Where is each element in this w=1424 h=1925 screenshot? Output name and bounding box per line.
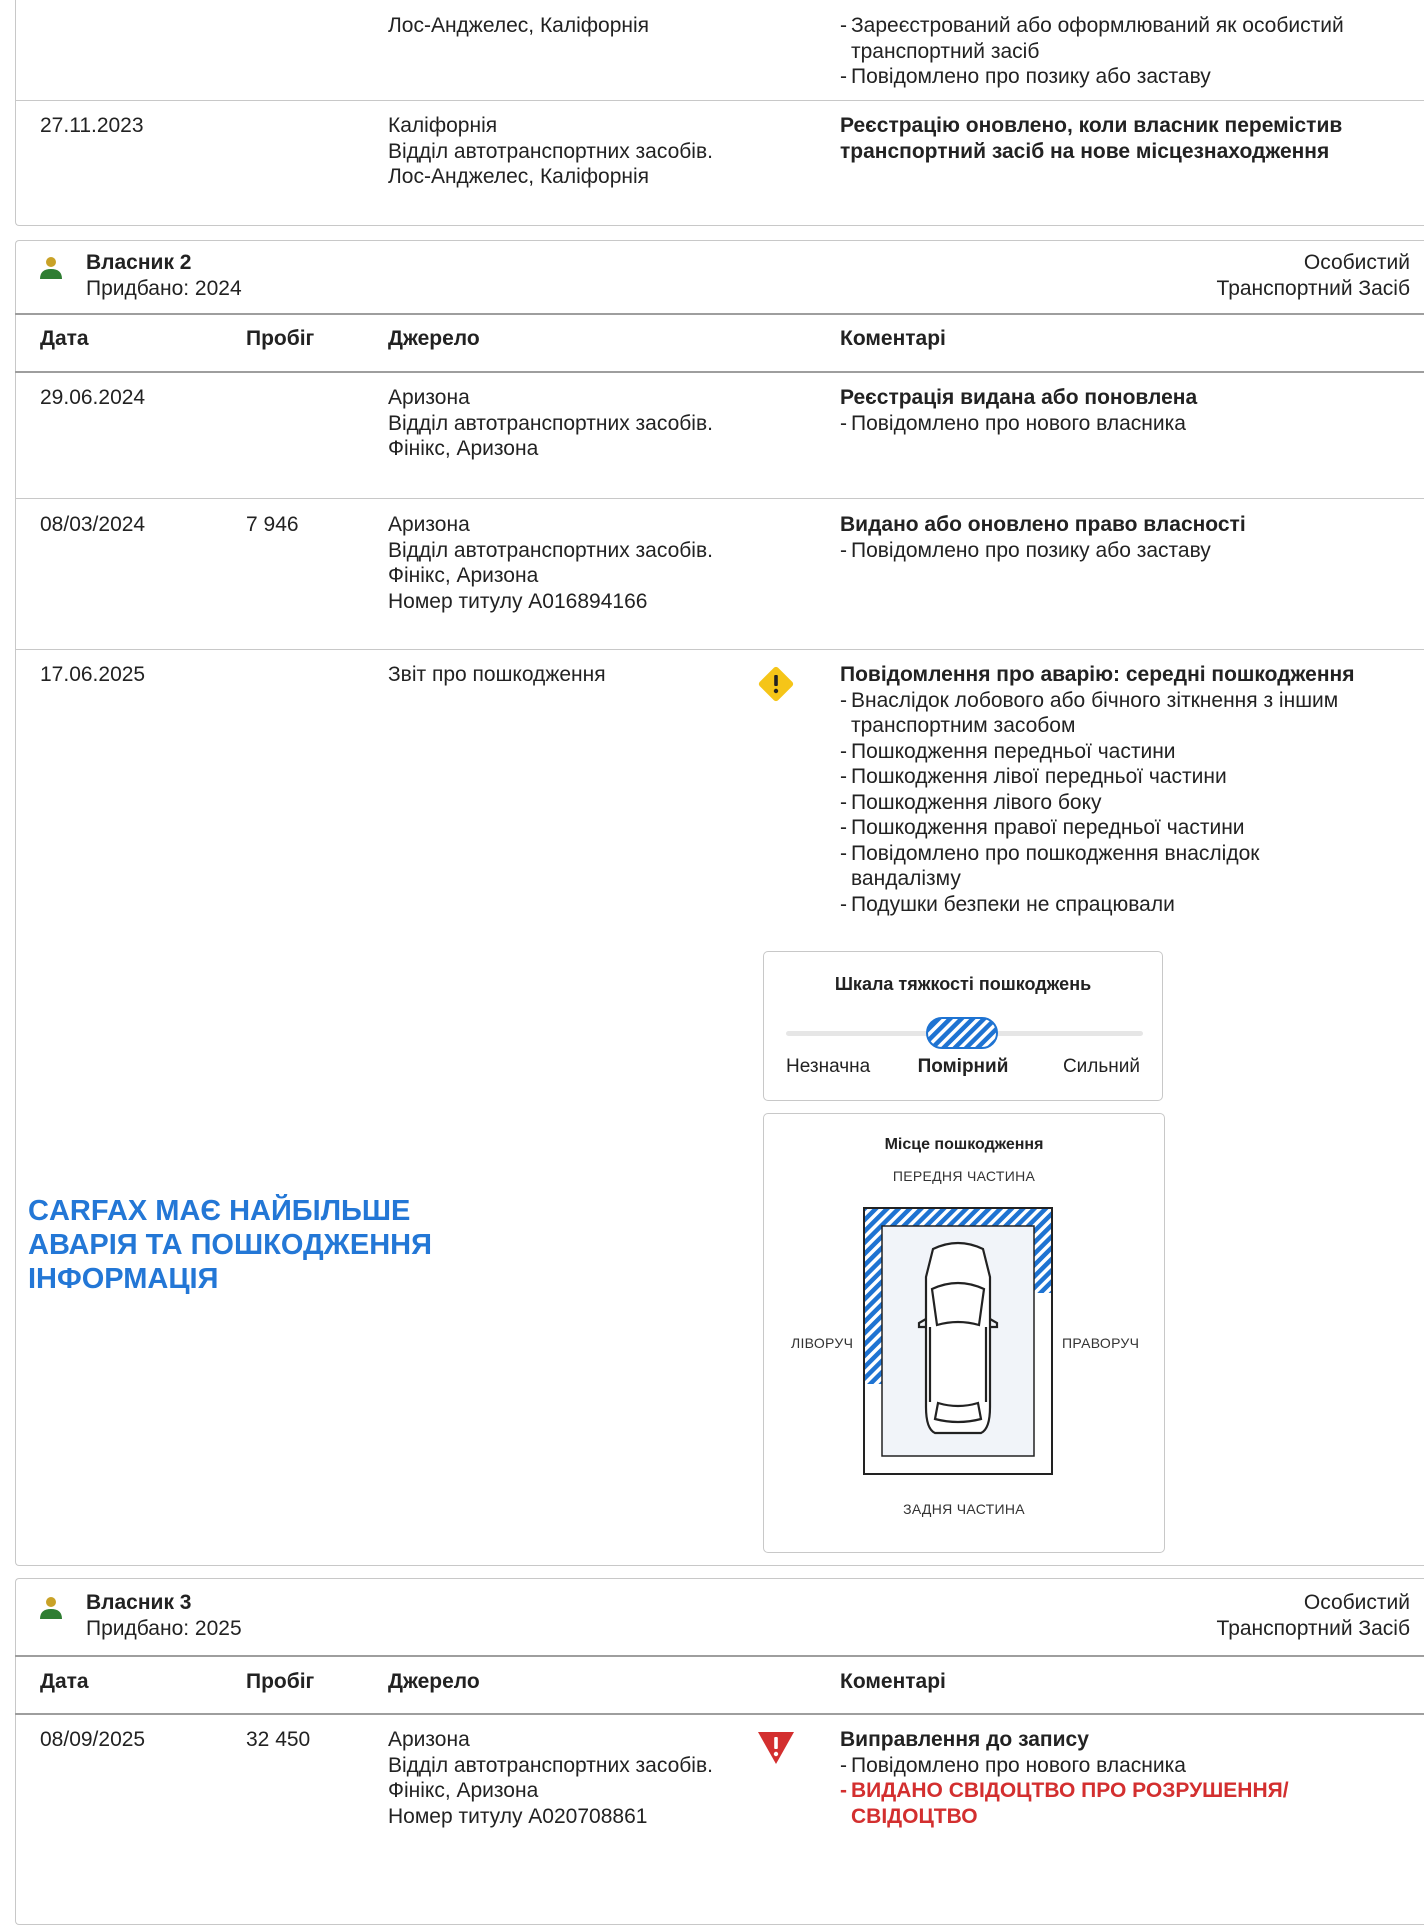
comment-title: Виправлення до запису <box>840 1728 1089 1751</box>
row-source: Лос-Анджелес, Каліфорнія <box>388 13 649 39</box>
car-outline-icon <box>917 1241 999 1435</box>
source-line: Аризона <box>388 386 470 409</box>
column-header-source: Джерело <box>388 1670 480 1693</box>
severity-title: Шкала тяжкості пошкоджень <box>834 974 1092 994</box>
comment-item: Пошкодження лівого боку <box>840 790 1400 816</box>
row-divider <box>15 649 1424 650</box>
comment-item: Пошкодження передньої частини <box>840 739 1400 765</box>
comment-title: Видано або оновлено право власності <box>840 513 1246 536</box>
front-label: ПЕРЕДНЯ ЧАСТИНА <box>892 1168 1036 1184</box>
row-comments: Реєстрація видана або поновлена Повідомл… <box>840 385 1380 436</box>
owner-purchased: Придбано: 2025 <box>86 1617 242 1640</box>
person-icon <box>40 1597 62 1619</box>
row-divider <box>15 100 1424 101</box>
column-header-mileage: Пробіг <box>246 1670 315 1693</box>
row-comments: Виправлення до запису Повідомлено про но… <box>840 1727 1380 1829</box>
row-source: Аризона Відділ автотранспортних засобів.… <box>388 385 718 462</box>
comment-item: Повідомлено про пошкодження внаслідок ва… <box>840 841 1351 892</box>
row-comments: Видано або оновлено право власності Пові… <box>840 512 1380 563</box>
column-header-comments: Коментарі <box>840 1670 946 1693</box>
car-diagram <box>863 1207 1053 1475</box>
source-line: Лос-Анджелес, Каліфорнія <box>388 14 650 37</box>
damage-location-diagram: Місце пошкодження ПЕРЕДНЯ ЧАСТИНА ЛІВОРУ… <box>763 1113 1165 1553</box>
owner-vehicle-type: Особистий Транспортний Засіб <box>1110 250 1410 301</box>
row-source: Аризона Відділ автотранспортних засобів.… <box>388 1727 718 1829</box>
row-comments: Зареєстрований або оформлюваний як особи… <box>840 13 1380 90</box>
promo-text: CARFAX МАЄ НАЙБІЛЬШЕ АВАРІЯ ТА ПОШКОДЖЕН… <box>28 1194 548 1296</box>
header-divider <box>15 371 1424 373</box>
source-line: Аризона <box>388 1728 470 1751</box>
row-mileage: 32 450 <box>246 1728 311 1751</box>
severity-scale: Шкала тяжкості пошкоджень Незначна Помір… <box>763 951 1163 1101</box>
comment-item: Повідомлено про нового власника <box>840 411 1380 437</box>
comment-title: Реєстрацію оновлено, коли власник перемі… <box>840 114 1343 163</box>
source-line: Аризона <box>388 513 470 536</box>
row-source: Аризона Відділ автотранспортних засобів.… <box>388 512 718 614</box>
comment-item: Подушки безпеки не спрацювали <box>840 892 1400 918</box>
column-header-mileage: Пробіг <box>246 327 315 350</box>
source-line: Номер титулу A020708861 <box>388 1804 648 1828</box>
damage-location-title: Місце пошкодження <box>884 1136 1044 1153</box>
comment-title: Повідомлення про аварію: середні пошкодж… <box>840 663 1355 686</box>
severity-label-severe: Сильний <box>1062 1056 1140 1077</box>
comment-item: Пошкодження лівої передньої частини <box>840 764 1400 790</box>
comment-title: Реєстрація видана або поновлена <box>840 386 1198 409</box>
comment-item: Пошкодження правої передньої частини <box>840 815 1400 841</box>
header-divider <box>15 1655 1424 1657</box>
comment-item: Повідомлено про позику або заставу <box>840 538 1380 564</box>
row-divider <box>15 498 1424 499</box>
row-date: 27.11.2023 <box>40 114 144 137</box>
promo-line: ІНФОРМАЦІЯ <box>28 1263 219 1295</box>
person-icon <box>40 257 62 279</box>
right-label: ПРАВОРУЧ <box>1062 1335 1140 1351</box>
source-line: Фінікс, Аризона <box>388 437 539 460</box>
row-comments: Повідомлення про аварію: середні пошкодж… <box>840 662 1400 917</box>
source-line: Звіт про пошкодження <box>388 663 606 686</box>
owner-vehicle-type: Особистий Транспортний Засіб <box>1110 1590 1410 1641</box>
owner-title: Власник 3 <box>86 1591 192 1614</box>
owner-purchased: Придбано: 2024 <box>86 277 242 300</box>
source-line: Відділ автотранспортних засобів. <box>388 538 713 562</box>
source-line: Лос-Анджелес, Каліфорнія <box>388 165 650 188</box>
owner-title: Власник 2 <box>86 251 192 274</box>
rear-label: ЗАДНЯ ЧАСТИНА <box>903 1501 1025 1517</box>
row-date: 08/09/2025 <box>40 1728 146 1751</box>
left-label: ЛІВОРУЧ <box>791 1335 854 1351</box>
warning-icon <box>758 666 794 702</box>
row-date: 08/03/2024 <box>40 513 146 536</box>
column-header-source: Джерело <box>388 327 480 350</box>
vehicle-type-line: Транспортний Засіб <box>1216 1616 1410 1640</box>
promo-line: АВАРІЯ ТА ПОШКОДЖЕННЯ <box>28 1229 432 1261</box>
comment-item: Зареєстрований або оформлюваний як особи… <box>840 13 1380 64</box>
promo-line: CARFAX МАЄ НАЙБІЛЬШЕ <box>28 1195 411 1227</box>
column-header-date: Дата <box>40 1670 89 1693</box>
source-line: Відділ автотранспортних засобів. <box>388 411 713 435</box>
comment-item: Внаслідок лобового або бічного зіткнення… <box>840 688 1351 739</box>
vehicle-type-line: Особистий <box>1303 251 1410 274</box>
row-date: 29.06.2024 <box>40 386 146 409</box>
row-source: Каліфорнія Відділ автотранспортних засоб… <box>388 113 718 190</box>
source-line: Каліфорнія <box>388 114 498 137</box>
source-line: Фінікс, Аризона <box>388 1779 539 1802</box>
source-line: Фінікс, Аризона <box>388 564 539 587</box>
source-line: Відділ автотранспортних засобів. <box>388 1753 713 1777</box>
vehicle-type-line: Транспортний Засіб <box>1216 276 1410 300</box>
header-divider <box>15 313 1424 315</box>
source-line: Відділ автотранспортних засобів. <box>388 139 713 163</box>
row-mileage: 7 946 <box>246 513 299 536</box>
header-divider <box>15 1713 1424 1715</box>
column-header-comments: Коментарі <box>840 327 946 350</box>
alert-triangle-icon <box>758 1732 794 1764</box>
vehicle-type-line: Особистий <box>1303 1591 1410 1614</box>
comment-alert: ВИДАНО СВІДОЦТВО ПРО РОЗРУШЕННЯ/ СВІДОЦТ… <box>840 1778 1321 1829</box>
source-line: Номер титулу A016894166 <box>388 589 648 613</box>
severity-indicator <box>926 1017 998 1049</box>
comment-item: Повідомлено про нового власника <box>840 1753 1380 1779</box>
row-date: 17.06.2025 <box>40 663 146 686</box>
column-header-date: Дата <box>40 327 89 350</box>
comment-item: Повідомлено про позику або заставу <box>840 64 1380 90</box>
row-source: Звіт про пошкодження <box>388 662 718 688</box>
